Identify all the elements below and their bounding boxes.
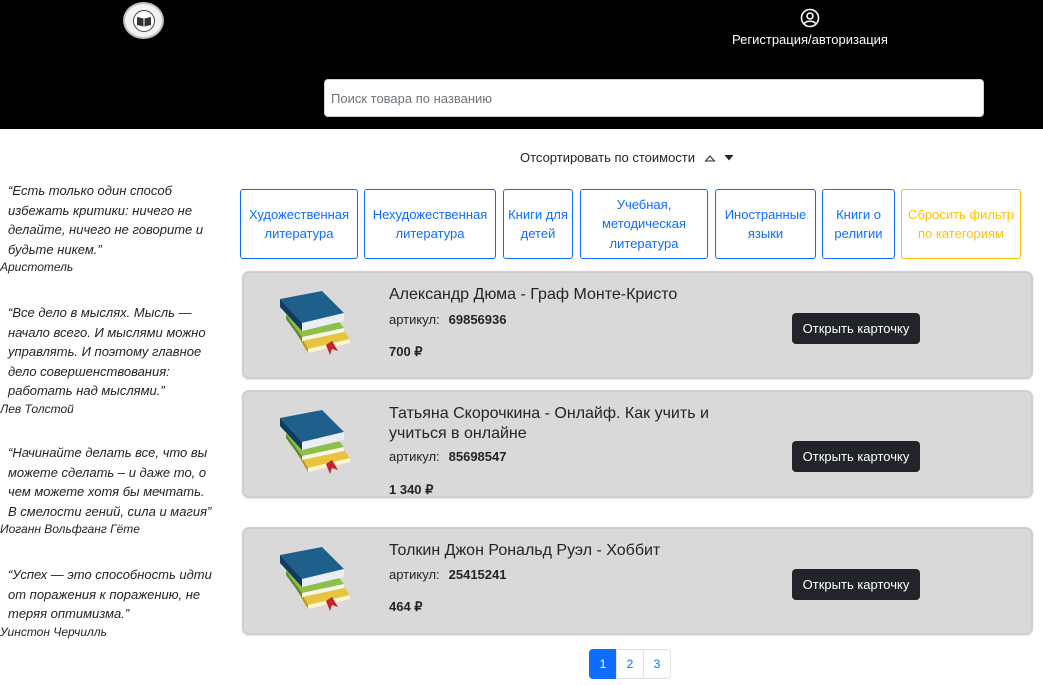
quote-author: Уинстон Черчилль (0, 624, 107, 639)
open-card-button[interactable]: Открыть карточку (792, 441, 920, 472)
category-nonfiction-button[interactable]: Нехудожественная литература (364, 189, 496, 259)
quote-author: Иоганн Вольфганг Гёте (0, 522, 140, 536)
books-stack-icon (280, 291, 350, 355)
reset-filter-button[interactable]: Сбросить фильтр по категориям (901, 189, 1021, 259)
product-price: 700 ₽ (389, 344, 423, 359)
search-input[interactable] (324, 79, 984, 117)
page-1-button[interactable]: 1 (589, 649, 617, 679)
quote: “Есть только один способ избежать критик… (0, 181, 215, 278)
category-fiction-button[interactable]: Художественная литература (240, 189, 358, 259)
open-card-button[interactable]: Открыть карточку (792, 313, 920, 344)
auth-label: Регистрация/авторизация (732, 32, 888, 47)
sort-label: Отсортировать по стоимости (520, 150, 696, 165)
page-3-button[interactable]: 3 (643, 649, 671, 679)
auth-link[interactable]: Регистрация/авторизация (710, 8, 910, 47)
sku-value: 85698547 (448, 449, 507, 464)
caret-up-icon (704, 155, 716, 162)
product-title: Татьяна Скорочкина - Онлайф. Как учить и… (389, 405, 709, 442)
quote-text: “Начинайте делать все, что вы можете сде… (8, 445, 212, 519)
quote-text: “Все дело в мыслях. Мысль — начало всего… (8, 305, 206, 398)
product-title: Александр Дюма - Граф Монте-Кристо (389, 286, 678, 303)
product-sku: артикул: 69856936 (389, 312, 506, 327)
sort-desc-button[interactable] (723, 150, 735, 165)
product-sku: артикул: 85698547 (389, 449, 506, 464)
product-card: Татьяна Скорочкина - Онлайф. Как учить и… (242, 390, 1033, 498)
product-sku: артикул: 25415241 (389, 567, 506, 582)
page-2-button[interactable]: 2 (616, 649, 644, 679)
category-languages-button[interactable]: Иностранные языки (715, 189, 816, 259)
category-children-button[interactable]: Книги для детей (503, 189, 573, 259)
product-price: 1 340 ₽ (389, 482, 434, 497)
open-card-button[interactable]: Открыть карточку (792, 569, 920, 600)
quote: “Начинайте делать все, что вы можете сде… (0, 443, 215, 540)
sku-value: 25415241 (448, 567, 507, 582)
logo[interactable] (123, 2, 164, 39)
product-card: Толкин Джон Рональд Руэл - Хоббит артику… (242, 527, 1033, 635)
category-educational-button[interactable]: Учебная, методическая литература (580, 189, 708, 259)
books-stack-icon (280, 547, 350, 611)
quote: “Успех — это способность идти от поражен… (0, 565, 215, 642)
quote-author: Аристотель (0, 260, 74, 274)
book-logo-icon (132, 9, 155, 32)
pagination: 1 2 3 (589, 649, 671, 679)
quote-text: “Есть только один способ избежать критик… (8, 183, 204, 257)
quote-author: Лев Толстой (0, 401, 74, 416)
product-card: Александр Дюма - Граф Монте-Кристо артик… (242, 271, 1033, 379)
caret-down-icon (724, 155, 734, 161)
product-price: 464 ₽ (389, 599, 423, 614)
category-religion-button[interactable]: Книги о религии (822, 189, 895, 259)
quote-text: “Успех — это способность идти от поражен… (8, 567, 212, 621)
quote: “Все дело в мыслях. Мысль — начало всего… (0, 303, 215, 419)
sku-label: артикул: (389, 449, 440, 464)
site-header: Регистрация/авторизация (0, 0, 1043, 129)
product-title: Толкин Джон Рональд Руэл - Хоббит (389, 542, 661, 559)
user-circle-icon (800, 8, 820, 28)
sku-label: артикул: (389, 567, 440, 582)
sort-asc-button[interactable] (704, 150, 716, 165)
books-stack-icon (280, 410, 350, 474)
sku-value: 69856936 (448, 312, 507, 327)
sort-control: Отсортировать по стоимости (520, 150, 735, 165)
sku-label: артикул: (389, 312, 440, 327)
